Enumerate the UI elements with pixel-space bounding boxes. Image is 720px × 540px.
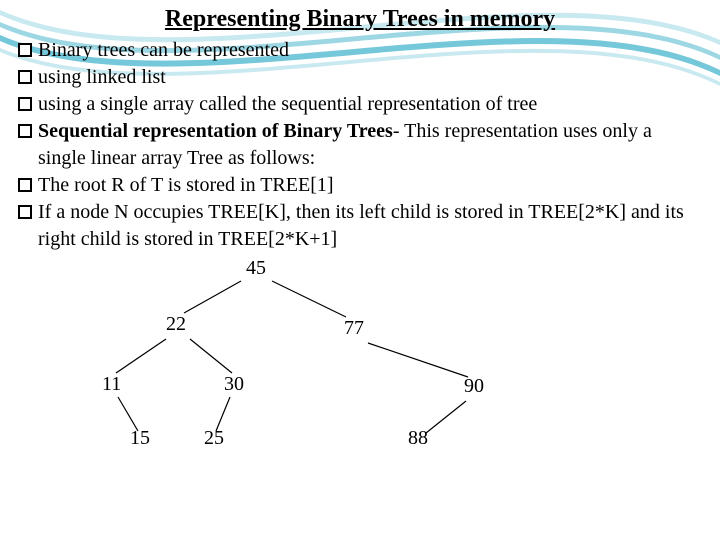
bullet-2: using linked list [18,64,702,91]
bullet-6: If a node N occupies TREE[K], then its l… [18,199,702,253]
bullet-marker [18,124,32,138]
tree-node-22: 22 [166,313,186,336]
bullet-text: The root R of T is stored in TREE[1] [38,172,702,199]
tree-node-11: 11 [102,373,121,396]
tree-node-25: 25 [204,427,224,450]
bullet-text: Sequential representation of Binary Tree… [38,118,702,172]
tree-node-30: 30 [224,373,244,396]
bullet-marker [18,43,32,57]
bullet-text: Binary trees can be represented [38,37,702,64]
bullet-1: Binary trees can be represented [18,37,702,64]
tree-node-45: 45 [246,257,266,280]
bullet-marker [18,97,32,111]
bullet-marker [18,70,32,84]
bullet-marker [18,178,32,192]
bullet-3: using a single array called the sequenti… [18,91,702,118]
bullet-text: If a node N occupies TREE[K], then its l… [38,199,702,253]
bullet-marker [18,205,32,219]
bullet-text: using a single array called the sequenti… [38,91,702,118]
bullet-4: Sequential representation of Binary Tree… [18,118,702,172]
bold-term: Sequential representation of Binary Tree… [38,120,393,142]
slide-title: Representing Binary Trees in memory [18,6,702,33]
slide-content: Representing Binary Trees in memory Bina… [0,0,720,475]
tree-node-90: 90 [464,375,484,398]
tree-node-15: 15 [130,427,150,450]
tree-node-77: 77 [344,317,364,340]
bullet-text: using linked list [38,64,702,91]
tree-node-88: 88 [408,427,428,450]
binary-tree-diagram: 45 22 77 11 30 90 15 25 88 [18,255,698,475]
tree-edges [18,255,698,475]
bullet-5: The root R of T is stored in TREE[1] [18,172,702,199]
